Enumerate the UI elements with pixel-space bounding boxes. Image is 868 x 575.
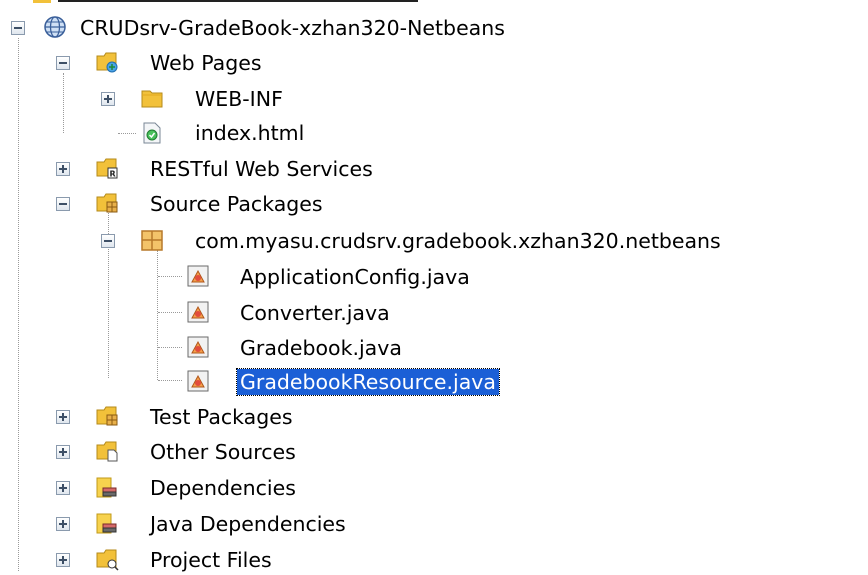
globe-project-icon xyxy=(43,15,67,39)
other-sources-folder-icon xyxy=(95,439,119,463)
rest-services-folder-icon: R xyxy=(95,156,119,180)
collapse-toggle[interactable] xyxy=(101,234,115,248)
web-pages-label: Web Pages xyxy=(150,51,262,75)
expand-toggle[interactable] xyxy=(56,445,70,459)
tree-node-file[interactable]: ApplicationConfig.java xyxy=(0,262,700,292)
expand-toggle[interactable] xyxy=(101,92,115,106)
tree-node-file-selected[interactable]: GradebookResource.java xyxy=(0,367,700,397)
selected-file-label: GradebookResource.java xyxy=(236,368,500,396)
project-label: CRUDsrv-GradeBook-xzhan320-Netbeans xyxy=(80,16,505,40)
source-packages-label: Source Packages xyxy=(150,192,323,216)
project-tree: CRUDsrv-GradeBook-xzhan320-Netbeans Web … xyxy=(0,0,868,572)
tree-node-index-html[interactable]: index.html xyxy=(0,118,600,148)
project-files-folder-icon xyxy=(95,547,119,571)
expand-toggle[interactable] xyxy=(56,553,70,567)
clipped-tree-row xyxy=(0,0,868,4)
tree-node-project[interactable]: CRUDsrv-GradeBook-xzhan320-Netbeans xyxy=(0,13,700,43)
collapse-toggle[interactable] xyxy=(56,56,70,70)
tree-node-dependencies[interactable]: Dependencies xyxy=(0,473,600,503)
package-icon xyxy=(140,228,164,252)
tree-node-test-packages[interactable]: Test Packages xyxy=(0,402,600,432)
restful-label: RESTful Web Services xyxy=(150,157,373,181)
library-icon xyxy=(95,511,119,535)
tree-node-restful-web-services[interactable]: R RESTful Web Services xyxy=(0,154,600,184)
file-label: Gradebook.java xyxy=(240,336,402,360)
library-icon xyxy=(95,475,119,499)
folder-icon xyxy=(140,86,164,110)
tree-node-other-sources[interactable]: Other Sources xyxy=(0,437,600,467)
web-inf-label: WEB-INF xyxy=(195,87,283,111)
source-packages-folder-icon xyxy=(95,191,119,215)
tree-node-file[interactable]: Converter.java xyxy=(0,298,700,328)
java-class-icon xyxy=(186,369,210,393)
tree-node-file[interactable]: Gradebook.java xyxy=(0,333,700,363)
tree-node-java-dependencies[interactable]: Java Dependencies xyxy=(0,509,600,539)
tree-node-web-pages[interactable]: Web Pages xyxy=(0,48,600,78)
tree-node-web-inf[interactable]: WEB-INF xyxy=(0,84,600,114)
clipped-row-fragment xyxy=(33,0,418,3)
tree-node-package[interactable]: com.myasu.crudsrv.gradebook.xzhan320.net… xyxy=(0,226,868,256)
project-files-label: Project Files xyxy=(150,548,272,572)
collapse-toggle[interactable] xyxy=(11,21,25,35)
svg-text:R: R xyxy=(110,170,116,179)
expand-toggle[interactable] xyxy=(56,517,70,531)
expand-toggle[interactable] xyxy=(56,410,70,424)
index-html-label: index.html xyxy=(195,121,305,145)
java-class-icon xyxy=(186,300,210,324)
html-file-icon xyxy=(140,121,164,145)
test-packages-folder-icon xyxy=(95,404,119,428)
file-label: Converter.java xyxy=(240,301,390,325)
test-packages-label: Test Packages xyxy=(150,405,293,429)
expand-toggle[interactable] xyxy=(56,481,70,495)
package-label: com.myasu.crudsrv.gradebook.xzhan320.net… xyxy=(195,229,721,253)
other-sources-label: Other Sources xyxy=(150,440,296,464)
java-class-icon xyxy=(186,335,210,359)
dependencies-label: Dependencies xyxy=(150,476,296,500)
java-dependencies-label: Java Dependencies xyxy=(150,512,346,536)
java-class-icon xyxy=(186,264,210,288)
tree-node-source-packages[interactable]: Source Packages xyxy=(0,189,600,219)
expand-toggle[interactable] xyxy=(56,162,70,176)
file-label: ApplicationConfig.java xyxy=(240,265,470,289)
collapse-toggle[interactable] xyxy=(56,197,70,211)
web-pages-folder-icon xyxy=(95,50,119,74)
